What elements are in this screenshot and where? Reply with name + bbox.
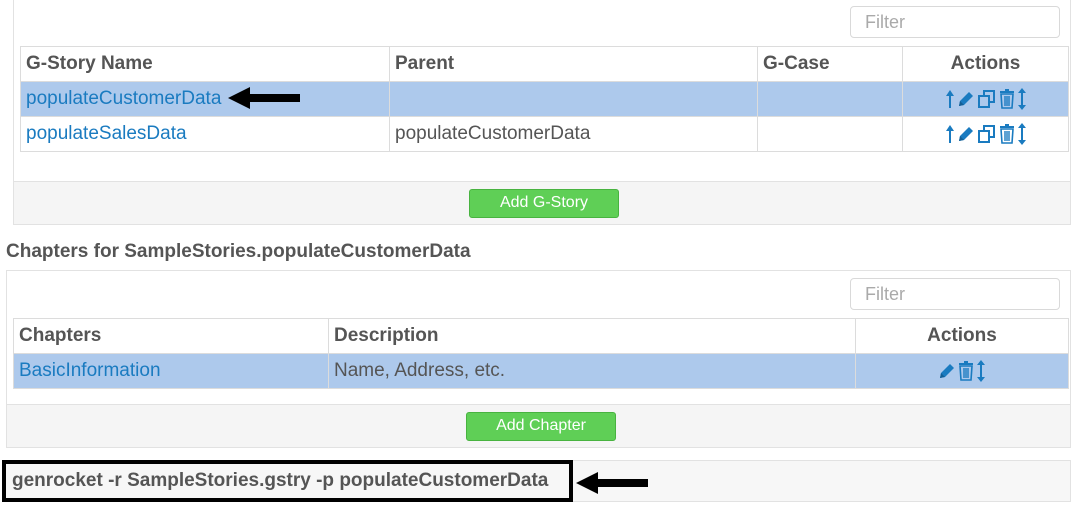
annotation-arrow-left-icon [228, 87, 300, 109]
gstory-table-header: G-Story Name Parent G-Case Actions [20, 46, 1069, 82]
trash-icon[interactable] [958, 360, 974, 381]
trash-icon[interactable] [999, 88, 1015, 109]
chapters-table: Chapters Description Actions BasicInform… [13, 318, 1069, 389]
col-header-gcase[interactable]: G-Case [757, 46, 903, 82]
annotation-arrow-left-icon [576, 472, 648, 494]
trash-icon[interactable] [999, 123, 1015, 144]
gcase-cell [757, 116, 903, 152]
parent-cell: populateCustomerData [389, 116, 758, 152]
add-chapter-button[interactable]: Add Chapter [466, 412, 616, 441]
arrows-vertical-icon[interactable] [1017, 87, 1027, 110]
arrow-up-icon[interactable] [945, 89, 955, 109]
gstory-link[interactable]: populateCustomerData [26, 88, 221, 109]
row-actions [938, 359, 986, 382]
pencil-icon[interactable] [938, 361, 956, 381]
row-actions [945, 87, 1027, 110]
pencil-icon[interactable] [957, 124, 975, 144]
chapters-filter-input[interactable] [850, 278, 1060, 310]
chapter-name-cell: BasicInformation [13, 353, 329, 389]
col-header-actions: Actions [855, 318, 1069, 354]
gstory-filter-input[interactable] [850, 6, 1060, 38]
gcase-cell [757, 81, 903, 117]
table-row[interactable]: populateSalesData populateCustomerData [20, 116, 1069, 152]
copy-icon[interactable] [977, 124, 997, 144]
copy-icon[interactable] [977, 89, 997, 109]
col-header-description[interactable]: Description [328, 318, 856, 354]
gstory-name-cell: populateCustomerData [20, 81, 390, 117]
chapter-link[interactable]: BasicInformation [19, 360, 161, 381]
col-header-actions: Actions [902, 46, 1069, 82]
table-row[interactable]: populateCustomerData [20, 81, 1069, 117]
col-header-chapters[interactable]: Chapters [13, 318, 329, 354]
arrows-vertical-icon[interactable] [976, 359, 986, 382]
parent-cell [389, 81, 758, 117]
chapters-table-header: Chapters Description Actions [13, 318, 1069, 354]
description-cell: Name, Address, etc. [328, 353, 856, 389]
arrows-vertical-icon[interactable] [1017, 122, 1027, 145]
col-header-parent[interactable]: Parent [389, 46, 758, 82]
command-text: genrocket -r SampleStories.gstry -p popu… [2, 460, 573, 502]
arrow-up-icon[interactable] [945, 124, 955, 144]
pencil-icon[interactable] [957, 89, 975, 109]
chapters-section-title: Chapters for SampleStories.populateCusto… [6, 241, 471, 262]
actions-cell [902, 116, 1069, 152]
gstory-link[interactable]: populateSalesData [26, 123, 187, 144]
add-gstory-button[interactable]: Add G-Story [469, 189, 619, 218]
col-header-gstory-name[interactable]: G-Story Name [20, 46, 390, 82]
actions-cell [855, 353, 1069, 389]
actions-cell [902, 81, 1069, 117]
gstory-table: G-Story Name Parent G-Case Actions popul… [20, 46, 1069, 152]
table-row[interactable]: BasicInformation Name, Address, etc. [13, 353, 1069, 389]
gstory-name-cell: populateSalesData [20, 116, 390, 152]
row-actions [945, 122, 1027, 145]
